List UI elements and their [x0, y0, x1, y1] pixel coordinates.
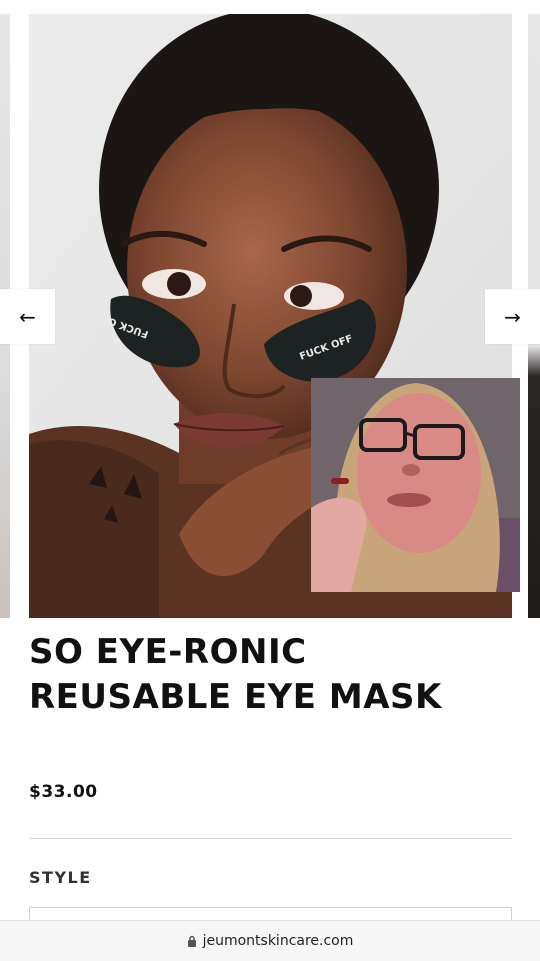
- product-image-carousel[interactable]: FUCK OFF FUCK OFF ← →: [0, 0, 540, 620]
- creator-video-image: [311, 378, 520, 592]
- style-option-label: STYLE: [29, 868, 92, 887]
- arrow-right-icon: →: [504, 304, 521, 329]
- section-divider: [29, 838, 512, 839]
- lock-icon: [187, 935, 197, 947]
- next-image-button[interactable]: →: [485, 289, 540, 344]
- product-title: SO EYE-RONIC REUSABLE EYE MASK: [29, 632, 442, 717]
- product-price: $33.00: [29, 782, 98, 802]
- browser-url-bar[interactable]: jeumontskincare.com: [0, 920, 540, 961]
- previous-image-button[interactable]: ←: [0, 289, 55, 344]
- video-overlay[interactable]: [311, 378, 520, 592]
- arrow-left-icon: ←: [19, 304, 36, 329]
- url-text: jeumontskincare.com: [202, 933, 354, 949]
